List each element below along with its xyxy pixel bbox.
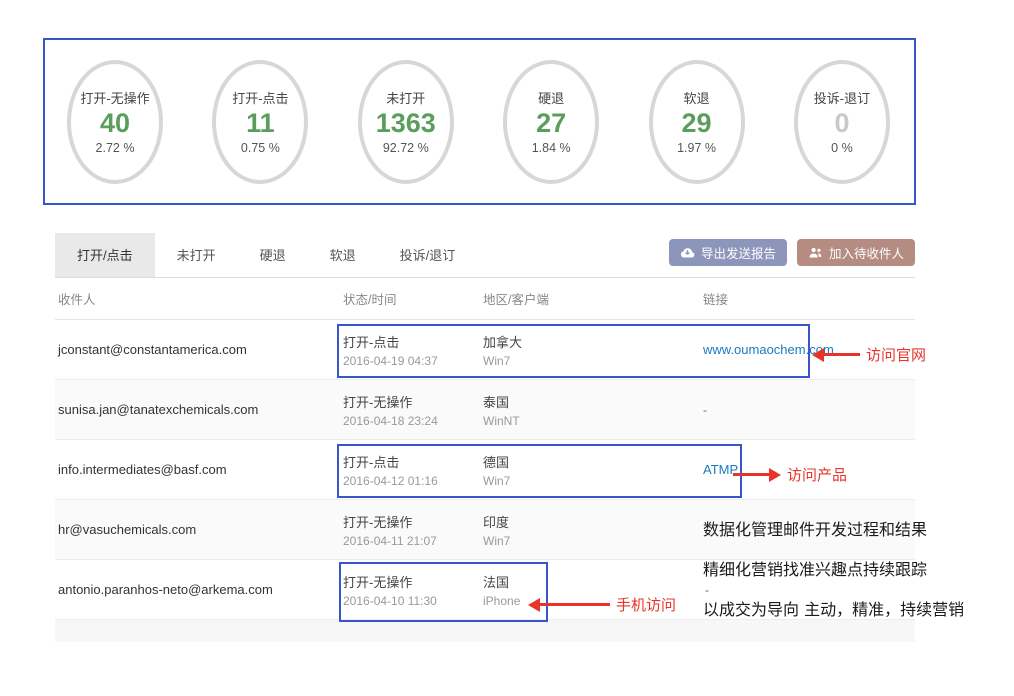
export-report-button[interactable]: 导出发送报告 (669, 239, 787, 266)
status-timestamp: 2016-04-12 01:16 (343, 474, 480, 488)
recipient-email: antonio.paranhos-neto@arkema.com (55, 560, 340, 619)
region-client-cell: 泰国 WinNT (480, 380, 700, 439)
add-recipients-label: 加入待收件人 (829, 243, 904, 262)
status-text: 打开-点击 (343, 332, 480, 351)
recipient-email: sunisa.jan@tanatexchemicals.com (55, 380, 340, 439)
tab-complaint-unsubscribe[interactable]: 投诉/退订 (378, 233, 478, 277)
link-cell: 数据化管理邮件开发过程和结果 (700, 500, 927, 559)
status-time-cell: 打开-无操作 2016-04-10 11:30 (340, 560, 480, 619)
region-text: 印度 (483, 512, 700, 531)
stat-value: 11 (246, 109, 275, 139)
column-header-status-time: 状态/时间 (340, 289, 480, 308)
link-cell: - (700, 380, 915, 439)
stat-label: 软退 (684, 88, 710, 107)
status-text: 打开-无操作 (343, 572, 480, 591)
black-annotation-line3: 以成交为导向 主动，精准，持续营销 (703, 600, 964, 619)
tab-hard-bounce[interactable]: 硬退 (238, 233, 308, 277)
stat-percent: 2.72 % (96, 141, 135, 155)
status-text: 打开-无操作 (343, 512, 480, 531)
status-timestamp: 2016-04-19 04:37 (343, 354, 480, 368)
stat-label: 打开-无操作 (80, 88, 149, 107)
tabbar-actions: 导出发送报告 加入待收件人 (669, 233, 915, 277)
recipient-email: jconstant@constantamerica.com (55, 320, 340, 379)
export-report-label: 导出发送报告 (701, 243, 776, 262)
cloud-download-icon (680, 246, 695, 259)
table-row: jconstant@constantamerica.com 打开-点击 2016… (55, 320, 915, 380)
table-row: sunisa.jan@tanatexchemicals.com 打开-无操作 2… (55, 380, 915, 440)
status-time-cell: 打开-无操作 2016-04-18 23:24 (340, 380, 480, 439)
status-time-cell: 打开-无操作 2016-04-11 21:07 (340, 500, 480, 559)
stat-percent: 1.84 % (532, 141, 571, 155)
clicked-link-official-site[interactable]: www.oumaochem.com (703, 342, 834, 357)
status-timestamp: 2016-04-18 23:24 (343, 414, 480, 428)
stat-percent: 0.75 % (241, 141, 280, 155)
client-text: Win7 (483, 354, 700, 368)
users-icon (808, 246, 823, 259)
stat-value: 40 (100, 109, 130, 139)
region-client-cell: 加拿大 Win7 (480, 320, 700, 379)
partial-next-row (55, 620, 915, 642)
stat-card-open-click: 打开-点击 11 0.75 % (212, 60, 308, 184)
stats-summary-box: 打开-无操作 40 2.72 % 打开-点击 11 0.75 % 未打开 136… (43, 38, 916, 205)
no-link-dash: - (703, 403, 707, 417)
status-text: 打开-点击 (343, 452, 480, 471)
recipient-email: info.intermediates@basf.com (55, 440, 340, 499)
stat-card-not-opened: 未打开 1363 92.72 % (358, 60, 454, 184)
stat-value: 0 (834, 109, 849, 139)
column-header-recipient: 收件人 (55, 289, 340, 308)
stat-percent: 1.97 % (677, 141, 716, 155)
column-header-region-client: 地区/客户端 (480, 289, 700, 308)
column-header-link: 链接 (700, 289, 915, 308)
report-tabbar: 打开/点击 未打开 硬退 软退 投诉/退订 导出发送报告 (55, 233, 915, 278)
stat-label: 投诉-退订 (814, 88, 870, 107)
stat-value: 29 (682, 109, 712, 139)
status-time-cell: 打开-点击 2016-04-19 04:37 (340, 320, 480, 379)
region-text: 泰国 (483, 392, 700, 411)
client-text: iPhone (483, 594, 700, 608)
region-text: 德国 (483, 452, 700, 471)
black-annotation-line1: 数据化管理邮件开发过程和结果 (703, 520, 927, 539)
stat-label: 硬退 (538, 88, 564, 107)
status-timestamp: 2016-04-11 21:07 (343, 534, 480, 548)
client-text: Win7 (483, 534, 700, 548)
stat-value: 1363 (376, 109, 436, 139)
tab-open-click[interactable]: 打开/点击 (55, 233, 155, 277)
client-text: WinNT (483, 414, 700, 428)
table-row: hr@vasuchemicals.com 打开-无操作 2016-04-11 2… (55, 500, 915, 560)
stat-card-soft-bounce: 软退 29 1.97 % (649, 60, 745, 184)
email-report-dashboard: 打开-无操作 40 2.72 % 打开-点击 11 0.75 % 未打开 136… (0, 0, 1014, 696)
stat-percent: 0 % (831, 141, 853, 155)
stat-percent: 92.72 % (383, 141, 429, 155)
client-text: Win7 (483, 474, 700, 488)
stat-card-hard-bounce: 硬退 27 1.84 % (503, 60, 599, 184)
stat-card-complaint-unsubscribe: 投诉-退订 0 0 % (794, 60, 890, 184)
add-recipients-button[interactable]: 加入待收件人 (797, 239, 915, 266)
clicked-link-product[interactable]: ATMP (703, 462, 738, 477)
link-cell: 精细化营销找准兴趣点持续跟踪 - 以成交为导向 主动，精准，持续营销 (700, 560, 964, 619)
no-link-dash: - (705, 583, 964, 597)
black-annotation-line2: 精细化营销找准兴趣点持续跟踪 (703, 560, 964, 579)
region-client-cell: 德国 Win7 (480, 440, 700, 499)
tab-not-opened[interactable]: 未打开 (155, 233, 238, 277)
region-client-cell: 印度 Win7 (480, 500, 700, 559)
stat-label: 打开-点击 (232, 88, 288, 107)
link-cell: www.oumaochem.com (700, 320, 915, 379)
table-row: info.intermediates@basf.com 打开-点击 2016-0… (55, 440, 915, 500)
table-row: antonio.paranhos-neto@arkema.com 打开-无操作 … (55, 560, 915, 620)
region-text: 法国 (483, 572, 700, 591)
stat-value: 27 (536, 109, 566, 139)
report-table-section: 打开/点击 未打开 硬退 软退 投诉/退订 导出发送报告 (55, 233, 915, 642)
status-text: 打开-无操作 (343, 392, 480, 411)
region-client-cell: 法国 iPhone (480, 560, 700, 619)
tab-soft-bounce[interactable]: 软退 (308, 233, 378, 277)
status-timestamp: 2016-04-10 11:30 (343, 594, 480, 608)
table-header-row: 收件人 状态/时间 地区/客户端 链接 (55, 278, 915, 320)
link-cell: ATMP (700, 440, 915, 499)
stat-label: 未打开 (386, 88, 425, 107)
recipient-email: hr@vasuchemicals.com (55, 500, 340, 559)
stat-card-open-no-action: 打开-无操作 40 2.72 % (67, 60, 163, 184)
status-time-cell: 打开-点击 2016-04-12 01:16 (340, 440, 480, 499)
region-text: 加拿大 (483, 332, 700, 351)
